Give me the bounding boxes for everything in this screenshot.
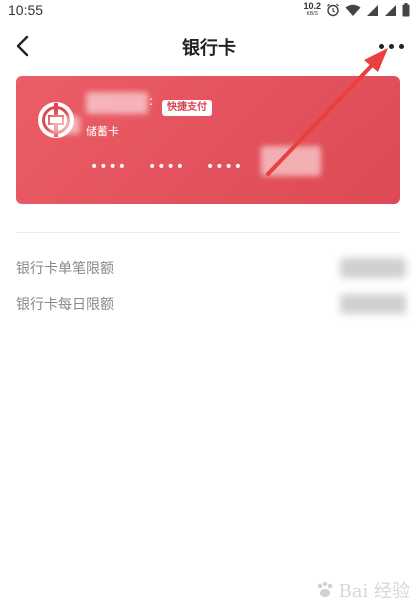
signal-icon [367,4,378,16]
daily-limit-row: 银行卡每日限额 [16,294,406,314]
card-last-digits-redacted [261,146,321,176]
quick-pay-badge: 快捷支付 [162,100,212,116]
bank-card[interactable]: : 快捷支付 储蓄卡 •••• •••• •••• [16,76,400,204]
battery-icon [402,3,410,17]
page-title: 银行卡 [182,38,236,59]
alarm-icon [327,3,339,17]
single-limit-value-redacted [340,258,406,278]
card-number-masked: •••• [206,159,244,175]
card-number-masked: •••• [90,159,128,175]
more-dots-icon [398,43,404,49]
card-type-label: 储蓄卡 [86,125,119,138]
card-colon: : [149,94,154,108]
divider [16,232,400,233]
paw-icon [317,581,332,597]
nav-bar: 银行卡 [0,24,418,68]
more-dots-icon [378,43,384,49]
card-number-masked: •••• [148,159,186,175]
more-options-button[interactable] [374,30,408,62]
network-speed-unit: KB/S [306,11,318,17]
status-icons: 10.2 KB/S [303,2,410,18]
wifi-icon [345,4,361,16]
status-time: 10:55 [8,2,44,18]
daily-limit-value-redacted [340,294,406,314]
network-speed-value: 10.2 [303,1,321,11]
network-speed: 10.2 KB/S [303,2,321,18]
single-limit-row: 银行卡单笔限额 [16,258,406,278]
watermark-text: Bai 经验 [338,581,410,602]
more-dots-icon [388,43,394,49]
single-limit-label: 银行卡单笔限额 [16,261,114,277]
card-name-redacted [50,116,80,134]
signal-icon [385,4,396,16]
status-bar: 10:55 10.2 KB/S [0,0,418,24]
daily-limit-label: 银行卡每日限额 [16,297,114,313]
bank-name-redacted [86,92,148,114]
watermark: Bai 经验 [315,577,410,603]
